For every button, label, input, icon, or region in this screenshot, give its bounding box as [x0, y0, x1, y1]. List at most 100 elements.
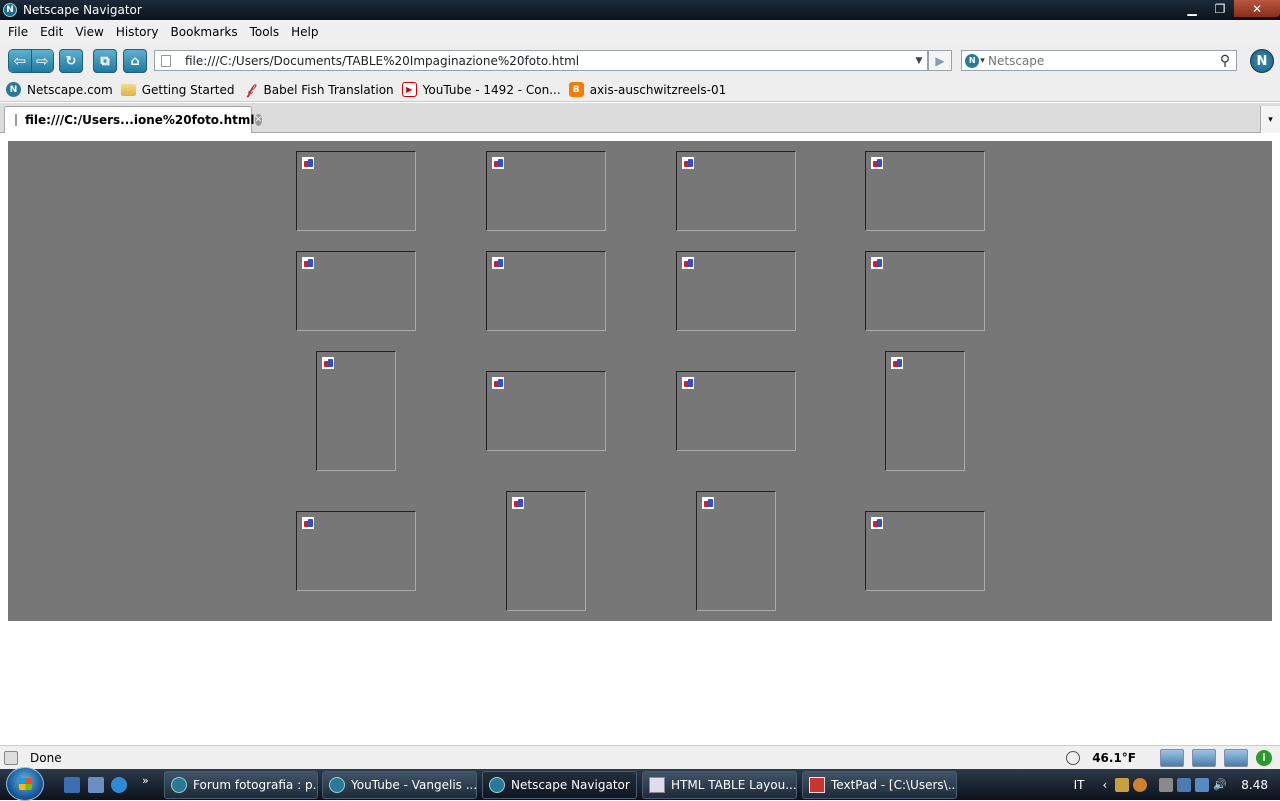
task-youtube-vangelis[interactable]: YouTube - Vangelis ... — [322, 771, 477, 799]
volume-icon[interactable]: 🔊 — [1213, 778, 1227, 792]
home-button[interactable]: ⌂ — [123, 49, 147, 73]
back-forward-group: ⇦ ⇨ — [8, 49, 54, 73]
bookmark-netscape[interactable]: N Netscape.com — [6, 82, 113, 97]
task-forum-fotografia[interactable]: Forum fotografia : p... — [164, 771, 318, 799]
babel-fish-icon: 𝒻 — [246, 81, 254, 98]
netscape-icon — [329, 777, 345, 793]
broken-image — [296, 151, 416, 231]
title-bar: N Netscape Navigator ▁ ❐ ✕ — [0, 0, 1280, 20]
stop-button[interactable]: ⧉ — [93, 49, 117, 73]
start-button[interactable] — [6, 767, 44, 801]
close-tab-icon[interactable]: ✕ — [254, 114, 263, 126]
textpad-icon — [809, 777, 825, 793]
menu-file[interactable]: File — [2, 25, 34, 39]
youtube-icon: ▶ — [401, 82, 417, 97]
tray-monitor-icon[interactable] — [1195, 778, 1210, 792]
maximize-button[interactable]: ❐ — [1206, 0, 1234, 17]
tray-power-icon[interactable] — [1159, 778, 1174, 792]
broken-image-icon — [681, 376, 695, 390]
menu-history[interactable]: History — [110, 25, 165, 39]
task-html-table-layout[interactable]: HTML TABLE Layou... — [642, 771, 797, 799]
broken-image — [676, 151, 796, 231]
page-icon — [15, 114, 17, 126]
clock[interactable]: 8.48 — [1241, 778, 1268, 792]
menu-help[interactable]: Help — [285, 25, 324, 39]
close-window-button[interactable]: ✕ — [1234, 0, 1280, 17]
status-text: Done — [30, 750, 62, 765]
switch-windows-icon[interactable] — [88, 777, 104, 793]
quicklaunch-more-icon[interactable]: » — [142, 774, 158, 790]
page-content — [0, 134, 1280, 745]
netscape-logo-icon: N — [3, 3, 17, 17]
bookmark-youtube[interactable]: ▶ YouTube - 1492 - Con... — [401, 82, 561, 97]
info-icon[interactable]: i — [1256, 750, 1272, 766]
search-input[interactable] — [988, 53, 1214, 68]
broken-image — [696, 491, 776, 611]
netscape-icon — [489, 777, 505, 793]
show-desktop-icon[interactable] — [64, 777, 80, 793]
broken-image-icon — [321, 356, 335, 370]
photo-table — [8, 141, 1272, 621]
temperature-readout[interactable]: 46.1°F — [1092, 751, 1136, 765]
broken-image — [486, 251, 606, 331]
forward-button[interactable]: ⇨ — [30, 50, 53, 72]
internet-explorer-icon[interactable] — [111, 777, 127, 793]
search-engine-selector[interactable]: N ▾ — [962, 53, 988, 68]
broken-image-icon — [870, 156, 884, 170]
task-label: HTML TABLE Layou... — [671, 778, 797, 792]
broken-image-icon — [301, 256, 315, 270]
search-icon[interactable]: ⚲ — [1214, 53, 1236, 69]
document-icon — [649, 777, 665, 793]
url-input[interactable]: file:///C:/Users/Documents/TABLE%20Impag… — [185, 54, 911, 68]
broken-image — [865, 151, 985, 231]
broken-image-icon — [491, 256, 505, 270]
reload-button[interactable]: ↻ — [59, 49, 83, 73]
task-label: TextPad - [C:\Users\... — [831, 778, 957, 792]
url-dropdown-icon[interactable]: ▼ — [911, 56, 927, 66]
taskbar: » Forum fotografia : p... YouTube - Vang… — [0, 767, 1280, 801]
broken-image-icon — [511, 496, 525, 510]
menu-edit[interactable]: Edit — [34, 25, 69, 39]
show-hidden-icons-icon[interactable]: ‹ — [1102, 778, 1107, 792]
menu-bookmarks[interactable]: Bookmarks — [165, 25, 244, 39]
broken-image — [316, 351, 396, 471]
broken-image — [676, 251, 796, 331]
broken-image — [506, 491, 586, 611]
page-icon — [161, 54, 171, 67]
url-bar[interactable]: file:///C:/Users/Documents/TABLE%20Impag… — [154, 50, 928, 71]
menu-bar: File Edit View History Bookmarks Tools H… — [0, 20, 1280, 44]
menu-tools[interactable]: Tools — [244, 25, 286, 39]
tab-list-button[interactable]: ▾ — [1260, 106, 1280, 133]
broken-image-icon — [870, 256, 884, 270]
minimize-button[interactable]: ▁ — [1178, 0, 1206, 17]
tab-active[interactable]: file:///C:/Users...ione%20foto.html ✕ — [4, 106, 263, 133]
broken-image — [865, 511, 985, 591]
language-indicator[interactable]: IT — [1074, 778, 1085, 792]
broken-image-icon — [701, 496, 715, 510]
weather-rain-icon[interactable] — [1224, 749, 1248, 767]
netscape-icon: N — [6, 82, 21, 97]
tray-network-icon[interactable] — [1177, 778, 1192, 792]
broken-image-icon — [491, 376, 505, 390]
tray-app-icon[interactable] — [1133, 778, 1148, 792]
bookmark-blogger[interactable]: B axis-auschwitzreels-01 — [568, 82, 726, 97]
bookmark-getting-started[interactable]: Getting Started — [120, 83, 235, 97]
task-label: Forum fotografia : p... — [193, 778, 318, 792]
back-button[interactable]: ⇦ — [9, 50, 31, 72]
menu-view[interactable]: View — [69, 25, 109, 39]
broken-image-icon — [301, 516, 315, 530]
weather-cloud-icon[interactable] — [1160, 749, 1184, 767]
task-netscape-navigator[interactable]: Netscape Navigator — [482, 771, 637, 799]
broken-image-icon — [681, 256, 695, 270]
tab-strip: file:///C:/Users...ione%20foto.html ✕ ▾ — [0, 103, 1280, 133]
netscape-throbber-icon[interactable]: N — [1250, 49, 1274, 73]
weather-forecast-icon[interactable] — [1192, 749, 1216, 767]
bookmark-label: YouTube - 1492 - Con... — [422, 82, 561, 97]
task-textpad[interactable]: TextPad - [C:\Users\... — [802, 771, 957, 799]
bookmark-babel-fish[interactable]: 𝒻 Babel Fish Translation — [243, 81, 394, 98]
weather-globe-icon[interactable] — [1066, 751, 1081, 765]
go-button[interactable]: ▶ — [928, 50, 952, 71]
broken-image — [676, 371, 796, 451]
broken-image-icon — [890, 356, 904, 370]
tray-app-icon[interactable] — [1115, 778, 1130, 792]
